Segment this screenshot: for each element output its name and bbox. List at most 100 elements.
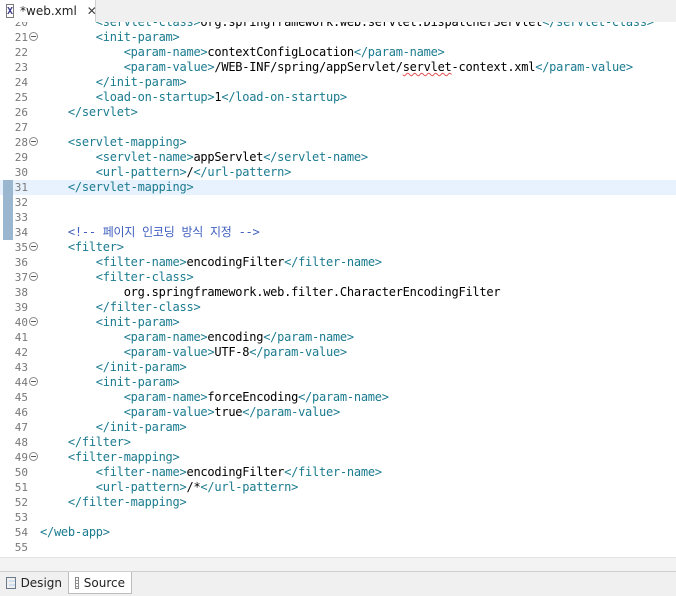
code-line[interactable]: 46 <param-value>true</param-value>: [0, 405, 676, 420]
line-number: 22: [14, 46, 28, 59]
code-line[interactable]: 22 <param-name>contextConfigLocation</pa…: [0, 45, 676, 60]
xml-text: appServlet: [193, 150, 264, 164]
line-number: 26: [14, 106, 28, 119]
code-line[interactable]: 27: [0, 120, 676, 135]
line-number: 52: [14, 496, 28, 509]
code-text: </init-param>: [40, 360, 187, 375]
xml-tag: <load-on-startup>: [40, 90, 215, 104]
xml-tag: </param-value>: [242, 405, 340, 419]
code-line[interactable]: 37 <filter-class>: [0, 270, 676, 285]
code-line[interactable]: 20 <servlet-class>org.springframework.we…: [0, 22, 676, 30]
line-number: 36: [14, 256, 28, 269]
line-number: 35: [14, 241, 28, 254]
xml-tag: </filter>: [40, 435, 131, 449]
fold-toggle-icon[interactable]: [29, 242, 38, 251]
code-line[interactable]: 55: [0, 540, 676, 555]
code-line[interactable]: 39 </filter-class>: [0, 300, 676, 315]
xml-tag: <filter-class>: [40, 270, 194, 284]
code-line[interactable]: 52 </filter-mapping>: [0, 495, 676, 510]
code-line[interactable]: 33: [0, 210, 676, 225]
code-line[interactable]: 44 <init-param>: [0, 375, 676, 390]
line-number: 30: [14, 166, 28, 179]
tab-web-xml[interactable]: X *web.xml ✕: [0, 0, 97, 22]
line-number: 41: [14, 331, 28, 344]
xml-tag: <servlet-class>: [40, 22, 201, 29]
code-line[interactable]: 45 <param-name>forceEncoding</param-name…: [0, 390, 676, 405]
line-number: 20: [14, 22, 28, 29]
xml-comment: <!-- 페이지 인코딩 방식 지정 -->: [40, 225, 260, 239]
tab-source-label: Source: [83, 575, 125, 590]
xml-tag: <param-name>: [40, 45, 208, 59]
code-line[interactable]: 47 </init-param>: [0, 420, 676, 435]
code-line[interactable]: 23 <param-value>/WEB-INF/spring/appServl…: [0, 60, 676, 75]
code-text: </filter>: [40, 435, 131, 450]
xml-tag: <param-value>: [40, 345, 215, 359]
code-line[interactable]: 34 <!-- 페이지 인코딩 방식 지정 -->: [0, 225, 676, 240]
line-number: 37: [14, 271, 28, 284]
xml-tag: </web-app>: [40, 525, 110, 539]
code-line[interactable]: 54 </web-app>: [0, 525, 676, 540]
tab-title: *web.xml: [20, 4, 77, 18]
close-icon[interactable]: ✕: [87, 4, 97, 18]
line-number: 46: [14, 406, 28, 419]
xml-tag: </servlet-mapping>: [40, 180, 194, 194]
code-line[interactable]: 51 <url-pattern>/*</url-pattern>: [0, 480, 676, 495]
line-number: 50: [14, 466, 28, 479]
code-line[interactable]: 26 </servlet>: [0, 105, 676, 120]
line-number: 55: [14, 541, 28, 554]
source-icon: [75, 576, 79, 589]
horizontal-scrollbar[interactable]: [0, 557, 676, 572]
code-line[interactable]: 28 <servlet-mapping>: [0, 135, 676, 150]
fold-toggle-icon[interactable]: [29, 377, 38, 386]
xml-tag: </load-on-startup>: [221, 90, 347, 104]
xml-text: forceEncoding: [207, 390, 299, 404]
line-number: 28: [14, 136, 28, 149]
code-line[interactable]: 31 </servlet-mapping>: [0, 180, 676, 195]
xml-file-icon: X: [6, 4, 15, 18]
code-line[interactable]: 49 <filter-mapping>: [0, 450, 676, 465]
xml-tag: <filter-name>: [40, 255, 187, 269]
line-number: 54: [14, 526, 28, 539]
code-text: <init-param>: [40, 315, 180, 330]
fold-toggle-icon[interactable]: [29, 317, 38, 326]
code-line[interactable]: 43 </init-param>: [0, 360, 676, 375]
code-line[interactable]: 32: [0, 195, 676, 210]
xml-tag: </init-param>: [40, 360, 187, 374]
code-line[interactable]: 42 <param-value>UTF-8</param-value>: [0, 345, 676, 360]
code-line[interactable]: 50 <filter-name>encodingFilter</filter-n…: [0, 465, 676, 480]
code-line[interactable]: 25 <load-on-startup>1</load-on-startup>: [0, 90, 676, 105]
line-number: 33: [14, 211, 28, 224]
tab-design[interactable]: Design: [0, 572, 68, 594]
xml-tag: </filter-name>: [284, 255, 382, 269]
code-text: <url-pattern>/</url-pattern>: [40, 165, 292, 180]
code-line[interactable]: 29 <servlet-name>appServlet</servlet-nam…: [0, 150, 676, 165]
fold-toggle-icon[interactable]: [29, 452, 38, 461]
code-line[interactable]: 21 <init-param>: [0, 30, 676, 45]
code-line[interactable]: 36 <filter-name>encodingFilter</filter-n…: [0, 255, 676, 270]
code-line[interactable]: 24 </init-param>: [0, 75, 676, 90]
code-line[interactable]: 40 <init-param>: [0, 315, 676, 330]
code-line[interactable]: 41 <param-name>encoding</param-name>: [0, 330, 676, 345]
code-line[interactable]: 38 org.springframework.web.filter.Charac…: [0, 285, 676, 300]
xml-tag: <servlet-mapping>: [40, 135, 187, 149]
xml-tag: </param-value>: [249, 345, 347, 359]
line-number: 23: [14, 61, 28, 74]
xml-tag: <param-value>: [40, 60, 215, 74]
code-line[interactable]: 48 </filter>: [0, 435, 676, 450]
code-text: </web-app>: [40, 525, 110, 540]
line-number: 40: [14, 316, 28, 329]
tab-source[interactable]: Source: [68, 572, 132, 594]
code-line[interactable]: 30 <url-pattern>/</url-pattern>: [0, 165, 676, 180]
source-editor[interactable]: 20 <servlet-class>org.springframework.we…: [0, 22, 676, 557]
fold-toggle-icon[interactable]: [29, 137, 38, 146]
xml-tag: <param-name>: [40, 330, 208, 344]
line-number: 38: [14, 286, 28, 299]
fold-toggle-icon[interactable]: [29, 32, 38, 41]
line-number: 32: [14, 196, 28, 209]
code-text: <param-name>forceEncoding</param-name>: [40, 390, 389, 405]
code-text: </filter-class>: [40, 300, 201, 315]
code-line[interactable]: 35 <filter>: [0, 240, 676, 255]
fold-toggle-icon[interactable]: [29, 272, 38, 281]
code-line[interactable]: 53: [0, 510, 676, 525]
line-number: 24: [14, 76, 28, 89]
